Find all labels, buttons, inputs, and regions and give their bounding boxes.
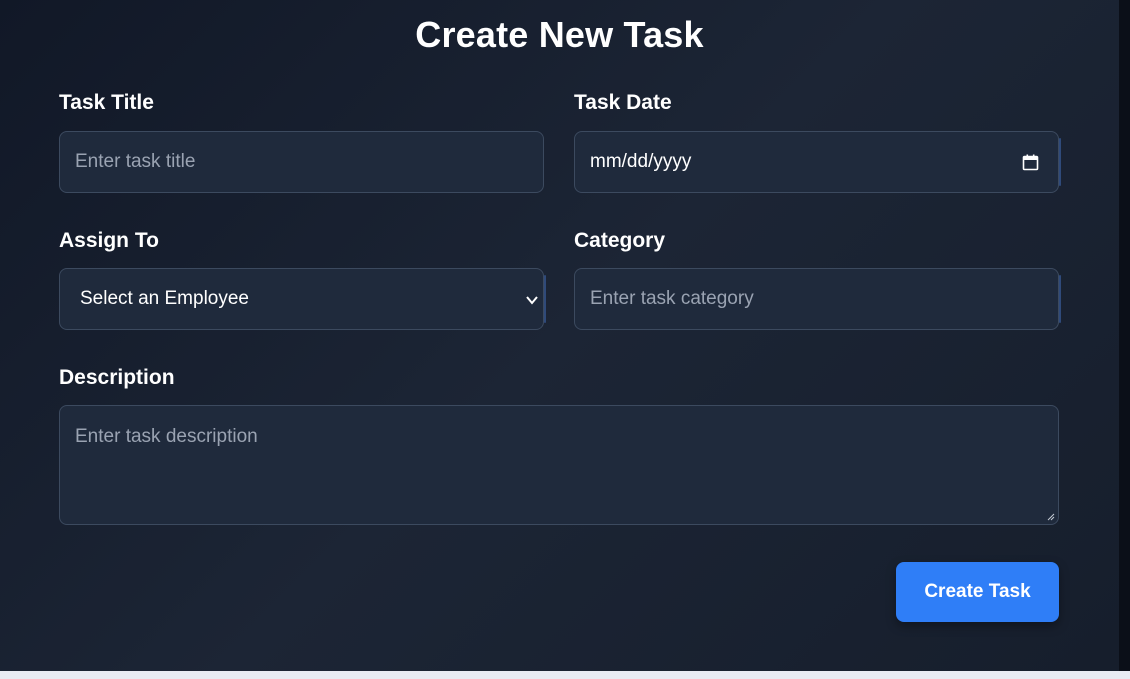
create-task-panel: Create New Task Task Title Enter task ti…	[0, 0, 1119, 671]
description-placeholder: Enter task description	[75, 426, 258, 447]
create-task-button[interactable]: Create Task	[896, 562, 1059, 622]
task-date-label: Task Date	[574, 91, 672, 114]
assign-to-label: Assign To	[59, 229, 159, 252]
calendar-icon[interactable]	[1022, 154, 1039, 171]
task-title-label: Task Title	[59, 91, 154, 114]
task-date-input[interactable]: mm/dd/yyyy	[574, 131, 1061, 193]
assign-to-selected: Select an Employee	[80, 288, 249, 309]
category-placeholder: Enter task category	[590, 288, 754, 309]
task-title-placeholder: Enter task title	[75, 151, 196, 172]
chevron-down-icon	[526, 296, 538, 305]
description-textarea[interactable]: Enter task description	[59, 405, 1059, 525]
category-input[interactable]: Enter task category	[574, 268, 1061, 330]
scrollbar[interactable]	[1119, 0, 1130, 671]
assign-to-select[interactable]: Select an Employee	[59, 268, 546, 330]
page-title: Create New Task	[415, 14, 704, 55]
page-bottom-edge	[0, 671, 1130, 679]
description-label: Description	[59, 366, 175, 389]
category-label: Category	[574, 229, 666, 252]
task-title-input[interactable]: Enter task title	[59, 131, 544, 193]
task-date-value: mm/dd/yyyy	[590, 151, 692, 172]
resize-handle-icon[interactable]	[1047, 513, 1055, 521]
